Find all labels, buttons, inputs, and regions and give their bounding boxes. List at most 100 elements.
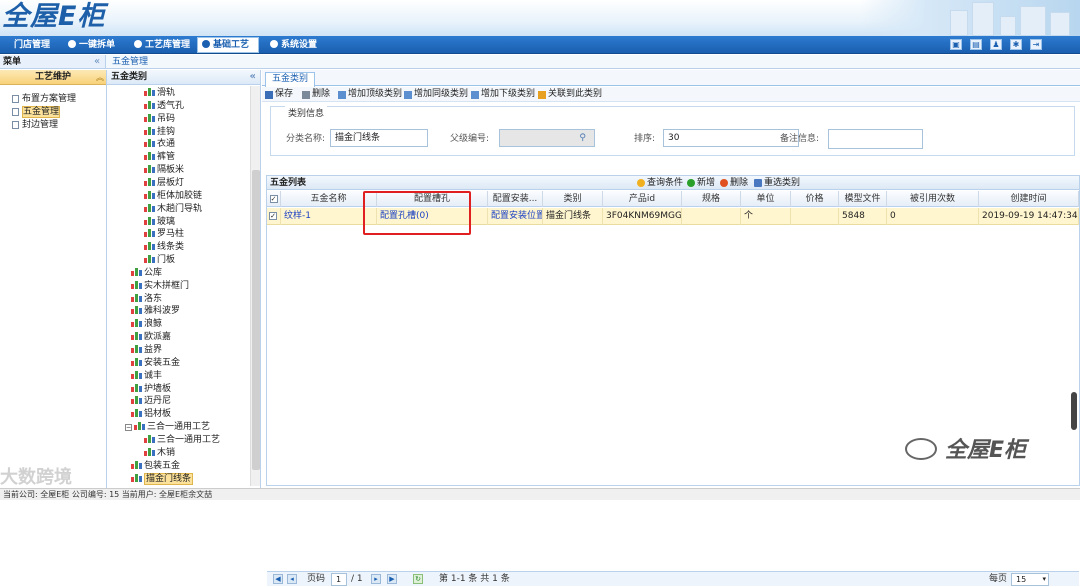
screen-icon[interactable]: ▣ bbox=[950, 39, 962, 50]
sidebar-item-edge-banding[interactable]: 封边管理 bbox=[12, 119, 58, 131]
tree-node[interactable]: 挂钩 bbox=[144, 126, 175, 138]
tree-node[interactable]: 滑轨 bbox=[144, 87, 175, 99]
per-page-select[interactable]: 15 ▾ bbox=[1011, 573, 1049, 586]
fieldset-legend: 类别信息 bbox=[285, 106, 328, 119]
nav-system-settings[interactable]: 系统设置 bbox=[266, 38, 326, 52]
collapse-left-icon[interactable]: « bbox=[94, 56, 100, 67]
tree-node[interactable]: 衣通 bbox=[144, 138, 175, 150]
grid-delete-button[interactable]: 删除 bbox=[720, 177, 748, 189]
tree-scrollbar[interactable] bbox=[250, 86, 260, 486]
category-name-input[interactable]: 描金门线条 bbox=[330, 129, 428, 147]
nav-one-click-split[interactable]: 一键拆单 bbox=[64, 38, 126, 52]
search-icon[interactable]: ⚲ bbox=[579, 130, 586, 146]
add-top-category-button[interactable]: 增加顶级类别 bbox=[338, 88, 402, 101]
tree-node[interactable]: 雅科波罗 bbox=[131, 305, 180, 317]
collapse-left-icon[interactable]: « bbox=[250, 70, 256, 84]
tab-hardware-category[interactable]: 五金类别 bbox=[265, 72, 316, 87]
tree-node[interactable]: 公库 bbox=[131, 267, 162, 279]
tree-node[interactable]: 木销 bbox=[144, 447, 175, 459]
row-checkbox[interactable]: ✓ bbox=[267, 208, 281, 225]
prev-page-button[interactable]: ◂ bbox=[287, 574, 297, 584]
tree-node-label: 木销 bbox=[157, 447, 176, 458]
tree-node[interactable]: 欧派嘉 bbox=[131, 331, 171, 343]
configure-install-link[interactable]: 配置安装位置 bbox=[488, 208, 543, 225]
nav-craft-library[interactable]: 工艺库管理 bbox=[130, 38, 196, 52]
nav-basic-craft[interactable]: 基础工艺 bbox=[197, 37, 259, 53]
first-page-button[interactable]: ◀ bbox=[273, 574, 283, 584]
tree-node[interactable]: 洛东 bbox=[131, 293, 162, 305]
parent-code-input[interactable]: ⚲ bbox=[499, 129, 595, 147]
add-icon bbox=[338, 91, 346, 99]
column-header[interactable]: 模型文件 bbox=[839, 191, 887, 207]
add-sibling-category-button[interactable]: 增加同级类别 bbox=[404, 88, 468, 101]
query-button[interactable]: 查询条件 bbox=[637, 177, 683, 189]
tree-node[interactable]: 木趟门导轨 bbox=[144, 203, 202, 215]
tree-scrollbar-thumb[interactable] bbox=[252, 170, 260, 470]
column-header[interactable]: 配置安装... bbox=[488, 191, 543, 207]
column-header[interactable]: 类别 bbox=[543, 191, 603, 207]
exit-icon[interactable]: ⇥ bbox=[1030, 39, 1042, 50]
remark-textarea[interactable] bbox=[828, 129, 923, 149]
column-header[interactable]: 被引用次数 bbox=[887, 191, 979, 207]
user-icon[interactable]: ♟ bbox=[990, 39, 1002, 50]
tree-node[interactable]: 三合一通用工艺 bbox=[144, 434, 220, 446]
tree-node[interactable]: 迈丹尼 bbox=[131, 395, 171, 407]
tree-node[interactable]: 透气孔 bbox=[144, 100, 184, 112]
next-page-button[interactable]: ▸ bbox=[371, 574, 381, 584]
tree-node-label: 衣通 bbox=[157, 139, 176, 150]
refresh-icon[interactable]: ↻ bbox=[413, 574, 423, 584]
tree-node[interactable]: 诚丰 bbox=[131, 370, 162, 382]
link-to-category-button[interactable]: 关联到此类别 bbox=[538, 88, 602, 101]
tree-node[interactable]: 浪鲸 bbox=[131, 318, 162, 330]
tree-node[interactable]: 实木拼框门 bbox=[131, 280, 189, 292]
bar-chart-icon bbox=[131, 319, 142, 328]
sidebar-item-hardware[interactable]: 五金管理 bbox=[12, 106, 61, 118]
tree-node[interactable]: 裤管 bbox=[144, 151, 175, 163]
sidebar-section-craft-maintenance[interactable]: 工艺维护 bbox=[0, 70, 106, 85]
tree-node[interactable]: 柜体加胶链 bbox=[144, 190, 202, 202]
page-scrollbar-thumb[interactable] bbox=[1071, 392, 1077, 430]
tree-node[interactable]: 护墙板 bbox=[131, 383, 171, 395]
column-header[interactable]: 单位 bbox=[741, 191, 791, 207]
gear-icon[interactable]: ✱ bbox=[1010, 39, 1022, 50]
column-header[interactable]: 价格 bbox=[791, 191, 839, 207]
tree-node[interactable]: 铝材板 bbox=[131, 408, 171, 420]
column-header[interactable]: 产品id bbox=[603, 191, 682, 207]
tree-node[interactable]: 线条类 bbox=[144, 241, 184, 253]
delete-button[interactable]: 删除 bbox=[302, 88, 330, 101]
tree-node-label: 挂钩 bbox=[157, 126, 176, 137]
nav-store-management[interactable]: 门店管理 bbox=[10, 38, 60, 52]
add-button[interactable]: 新增 bbox=[687, 177, 715, 189]
add-child-category-button[interactable]: 增加下级类别 bbox=[471, 88, 535, 101]
tree-node[interactable]: − 三合一通用工艺 bbox=[125, 421, 210, 433]
tree-node[interactable]: 玻璃 bbox=[144, 216, 175, 228]
page-input[interactable]: 1 bbox=[331, 573, 347, 586]
tree-node[interactable]: 罗马柱 bbox=[144, 228, 184, 240]
tree-node[interactable]: 描金门线条 bbox=[131, 472, 194, 485]
tree-node[interactable]: 门板 bbox=[144, 254, 175, 266]
bar-chart-icon bbox=[144, 229, 155, 238]
reselect-category-button[interactable]: 重选类别 bbox=[754, 177, 800, 189]
select-all-checkbox[interactable]: ✓ bbox=[267, 191, 281, 207]
sidebar-item-layout-plan[interactable]: 布置方案管理 bbox=[12, 93, 76, 105]
save-button[interactable]: 保存 bbox=[265, 88, 293, 101]
breadcrumb: 五金管理 bbox=[106, 55, 1080, 69]
tree-node[interactable]: 吊码 bbox=[144, 113, 175, 125]
tree-node-label: 门板 bbox=[157, 255, 176, 266]
sort-input[interactable]: 30 bbox=[663, 129, 799, 147]
calendar-icon[interactable]: ▤ bbox=[970, 39, 982, 50]
last-page-button[interactable]: ▶ bbox=[387, 574, 397, 584]
tree-node[interactable]: 益界 bbox=[131, 344, 162, 356]
tree-node[interactable]: 安装五金 bbox=[131, 357, 180, 369]
tree-node[interactable]: 层板灯 bbox=[144, 177, 184, 189]
column-header[interactable]: 规格 bbox=[682, 191, 741, 207]
collapse-node-icon[interactable]: − bbox=[125, 424, 132, 432]
column-header[interactable]: 创建时间 bbox=[979, 191, 1079, 207]
link-icon bbox=[538, 91, 546, 99]
product-id-cell: 3F04KNM69MGG bbox=[603, 208, 682, 225]
bar-chart-icon bbox=[144, 216, 155, 225]
tree-node[interactable]: 包装五金 bbox=[131, 460, 180, 472]
chevron-up-icon[interactable]: ︽ bbox=[96, 72, 104, 83]
tree-node[interactable]: 隔板米 bbox=[144, 164, 184, 176]
bar-chart-icon bbox=[131, 306, 142, 315]
